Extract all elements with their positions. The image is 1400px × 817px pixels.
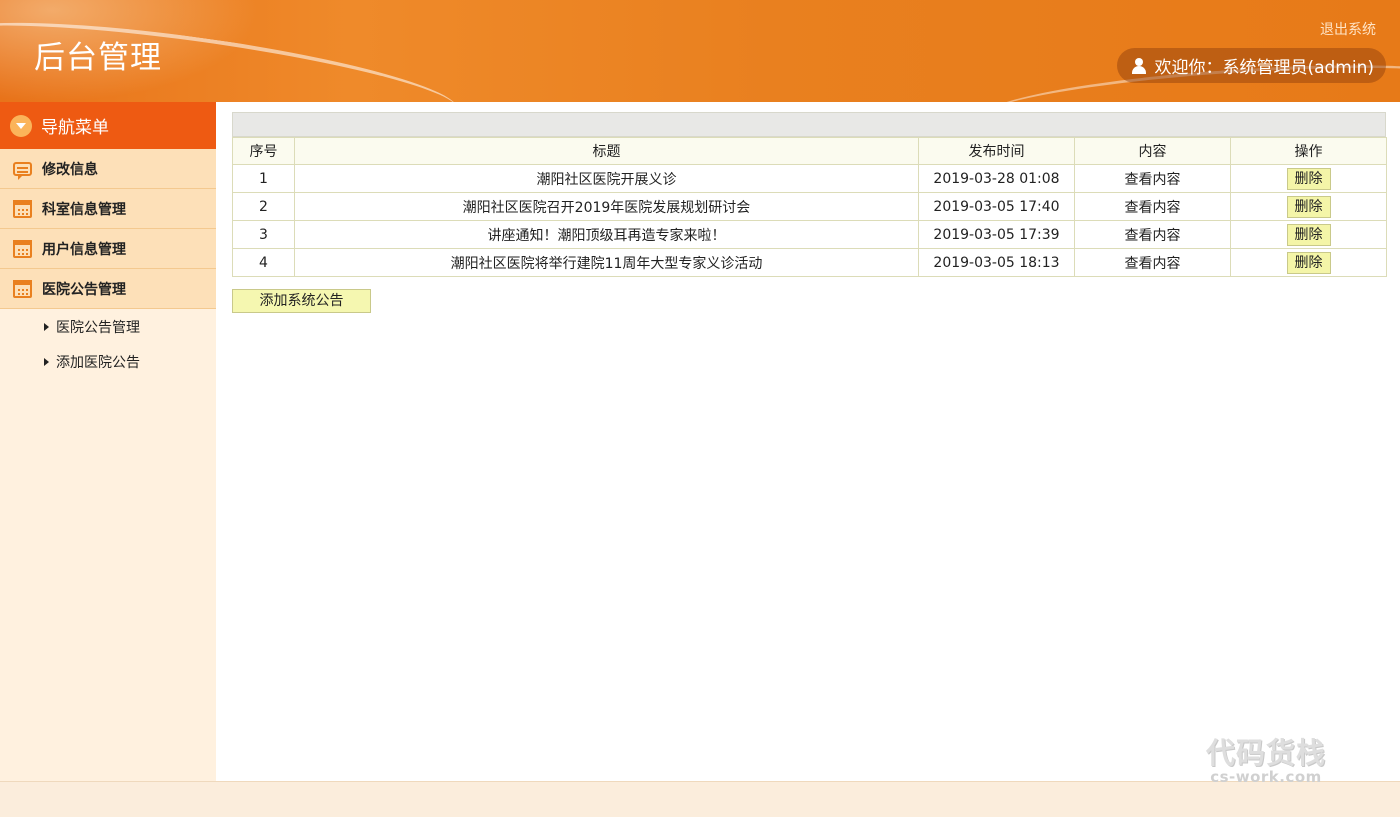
nav-menu-heading[interactable]: 导航菜单: [0, 102, 216, 149]
header: 后台管理 退出系统 欢迎你：系统管理员(admin): [0, 0, 1400, 102]
delete-button[interactable]: 删除: [1286, 251, 1331, 274]
welcome-text: 欢迎你：系统管理员(admin): [1154, 58, 1374, 78]
cell-title: 讲座通知！潮阳顶级耳再造专家来啦！: [294, 220, 919, 249]
cell-time: 2019-03-05 17:40: [918, 192, 1075, 221]
table-row: 4 潮阳社区医院将举行建院11周年大型专家义诊活动 2019-03-05 18:…: [232, 248, 1387, 277]
table-row: 2 潮阳社区医院召开2019年医院发展规划研讨会 2019-03-05 17:4…: [232, 192, 1387, 221]
cell-title: 潮阳社区医院召开2019年医院发展规划研讨会: [294, 192, 919, 221]
chevron-down-icon: [10, 114, 32, 137]
delete-button[interactable]: 删除: [1286, 195, 1331, 218]
cell-action: 删除: [1230, 220, 1387, 249]
sidebar-subitem-announcement-add[interactable]: 添加医院公告: [0, 344, 216, 379]
sidebar-item-announcements[interactable]: 医院公告管理: [0, 269, 216, 309]
footer: [0, 781, 1400, 817]
sidebar-subitem-announcement-manage[interactable]: 医院公告管理: [0, 309, 216, 344]
view-content-link[interactable]: 查看内容: [1125, 228, 1181, 244]
view-content-link[interactable]: 查看内容: [1125, 200, 1181, 216]
cell-action: 删除: [1230, 248, 1387, 277]
cell-title: 潮阳社区医院将举行建院11周年大型专家义诊活动: [294, 248, 919, 277]
col-header-action: 操作: [1230, 137, 1387, 165]
caret-right-icon: [44, 322, 49, 331]
sidebar-item-users[interactable]: 用户信息管理: [0, 229, 216, 269]
cell-title: 潮阳社区医院开展义诊: [294, 164, 919, 193]
table-header-row: 序号 标题 发布时间 内容 操作: [232, 137, 1387, 165]
watermark-url: cs-work.com: [1210, 768, 1322, 786]
welcome-badge: 欢迎你：系统管理员(admin): [1117, 48, 1386, 83]
cell-content: 查看内容: [1074, 220, 1231, 249]
delete-button[interactable]: 删除: [1286, 223, 1331, 246]
col-header-content: 内容: [1074, 137, 1231, 165]
sidebar-item-label: 医院公告管理: [42, 281, 126, 298]
app-title: 后台管理: [34, 40, 162, 76]
col-header-index: 序号: [232, 137, 295, 165]
watermark: 代码货栈 cs-work.com: [1206, 730, 1326, 786]
sidebar: 导航菜单 修改信息 科室信息管理 用户信息管理 医院公告管理 医院公告管理 添加…: [0, 102, 216, 782]
sidebar-item-department[interactable]: 科室信息管理: [0, 189, 216, 229]
caret-right-icon: [44, 357, 49, 366]
cell-index: 4: [232, 248, 295, 277]
view-content-link[interactable]: 查看内容: [1125, 256, 1181, 272]
sidebar-subitem-label: 添加医院公告: [56, 354, 140, 371]
user-icon: [1131, 57, 1147, 74]
cell-content: 查看内容: [1074, 248, 1231, 277]
cell-index: 1: [232, 164, 295, 193]
calendar-icon: [13, 239, 32, 258]
table-toolbar: [232, 112, 1386, 137]
cell-index: 3: [232, 220, 295, 249]
message-icon: [13, 161, 32, 180]
cell-time: 2019-03-28 01:08: [918, 164, 1075, 193]
cell-time: 2019-03-05 17:39: [918, 220, 1075, 249]
table-row: 1 潮阳社区医院开展义诊 2019-03-28 01:08 查看内容 删除: [232, 164, 1387, 193]
logout-link[interactable]: 退出系统: [1320, 19, 1376, 39]
delete-button[interactable]: 删除: [1286, 167, 1331, 190]
col-header-title: 标题: [294, 137, 919, 165]
cell-content: 查看内容: [1074, 164, 1231, 193]
calendar-icon: [13, 199, 32, 218]
calendar-icon: [13, 279, 32, 298]
cell-action: 删除: [1230, 192, 1387, 221]
cell-time: 2019-03-05 18:13: [918, 248, 1075, 277]
table-row: 3 讲座通知！潮阳顶级耳再造专家来啦！ 2019-03-05 17:39 查看内…: [232, 220, 1387, 249]
nav-menu-heading-label: 导航菜单: [41, 118, 109, 138]
add-announcement-button[interactable]: 添加系统公告: [232, 289, 371, 313]
cell-index: 2: [232, 192, 295, 221]
col-header-time: 发布时间: [918, 137, 1075, 165]
announcement-table: 序号 标题 发布时间 内容 操作 1 潮阳社区医院开展义诊 2019-03-28…: [232, 137, 1387, 277]
sidebar-item-label: 用户信息管理: [42, 241, 126, 258]
watermark-title: 代码货栈: [1206, 736, 1327, 770]
cell-action: 删除: [1230, 164, 1387, 193]
main-content: 序号 标题 发布时间 内容 操作 1 潮阳社区医院开展义诊 2019-03-28…: [232, 112, 1387, 313]
cell-content: 查看内容: [1074, 192, 1231, 221]
sidebar-item-label: 修改信息: [42, 161, 98, 178]
view-content-link[interactable]: 查看内容: [1125, 172, 1181, 188]
sidebar-subitem-label: 医院公告管理: [56, 319, 140, 336]
sidebar-item-label: 科室信息管理: [42, 201, 126, 218]
sidebar-item-edit-info[interactable]: 修改信息: [0, 149, 216, 189]
